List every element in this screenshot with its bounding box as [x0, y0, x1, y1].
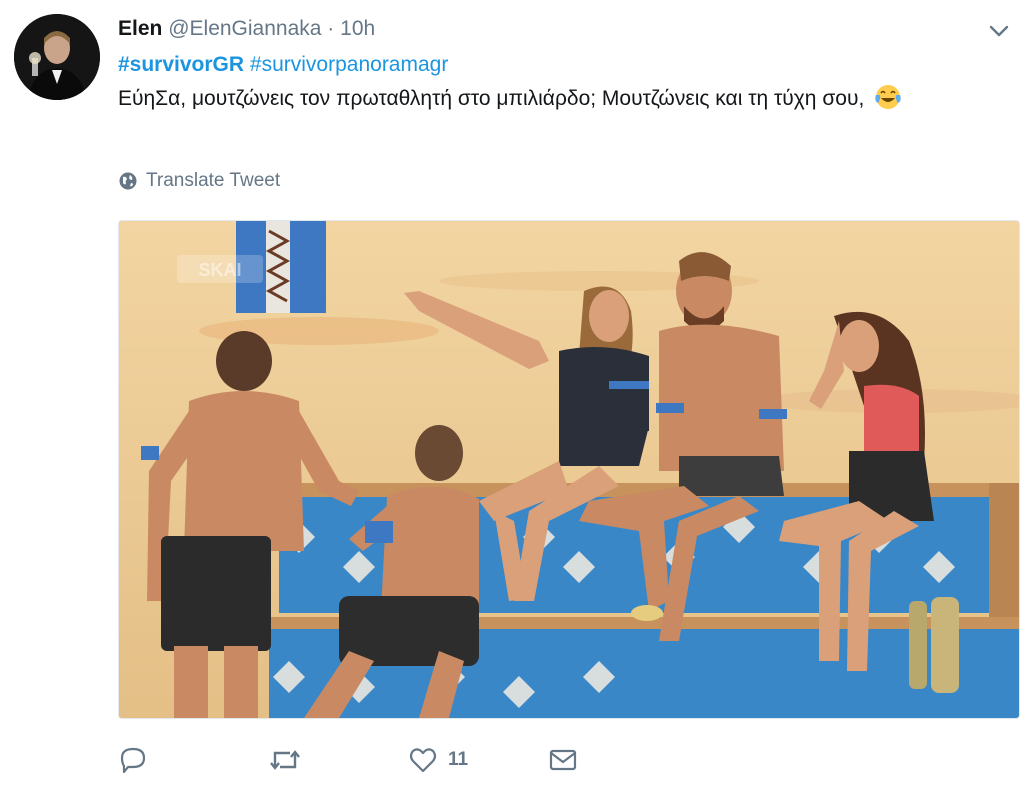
like-button[interactable]: 11	[408, 745, 548, 775]
direct-message-button[interactable]	[548, 745, 608, 775]
watermark: SKAI	[177, 255, 263, 283]
tweet-text: #survivorGR #survivorpanoramagr ΕύηΣα, μ…	[118, 48, 998, 116]
chevron-down-icon[interactable]	[986, 18, 1012, 44]
tweet-actions: 11	[118, 740, 608, 780]
tweet-body: ΕύηΣα, μουτζώνεις τον πρωταθλητή στο μπι…	[118, 82, 998, 116]
reply-icon	[120, 747, 146, 774]
watermark-text: SKAI	[198, 260, 241, 280]
retweet-button[interactable]	[268, 745, 408, 775]
translate-tweet-link[interactable]: Translate Tweet	[118, 170, 280, 192]
like-count: 11	[448, 749, 469, 770]
author-handle[interactable]: @ElenGiannaka	[168, 17, 321, 40]
globe-icon	[119, 172, 137, 190]
separator: ·	[327, 17, 335, 40]
heart-icon	[409, 748, 437, 773]
tweet-header: Elen @ElenGiannaka · 10h	[118, 14, 375, 44]
author-name[interactable]: Elen	[118, 17, 162, 40]
hashtag-line: #survivorGR #survivorpanoramagr	[118, 48, 998, 82]
tweet-media-image[interactable]: SKAI	[118, 220, 1020, 719]
avatar[interactable]	[14, 14, 100, 100]
hashtag-link[interactable]: #survivorpanoramagr	[250, 53, 448, 76]
tears-of-joy-emoji-icon	[874, 83, 902, 111]
envelope-icon	[549, 749, 577, 771]
translate-label: Translate Tweet	[146, 170, 281, 191]
retweet-icon	[270, 750, 300, 770]
tweet-time[interactable]: 10h	[340, 17, 375, 40]
reply-button[interactable]	[118, 745, 268, 775]
hashtag-link[interactable]: #survivorGR	[118, 53, 244, 76]
tweet-body-text: ΕύηΣα, μουτζώνεις τον πρωταθλητή στο μπι…	[118, 87, 865, 110]
